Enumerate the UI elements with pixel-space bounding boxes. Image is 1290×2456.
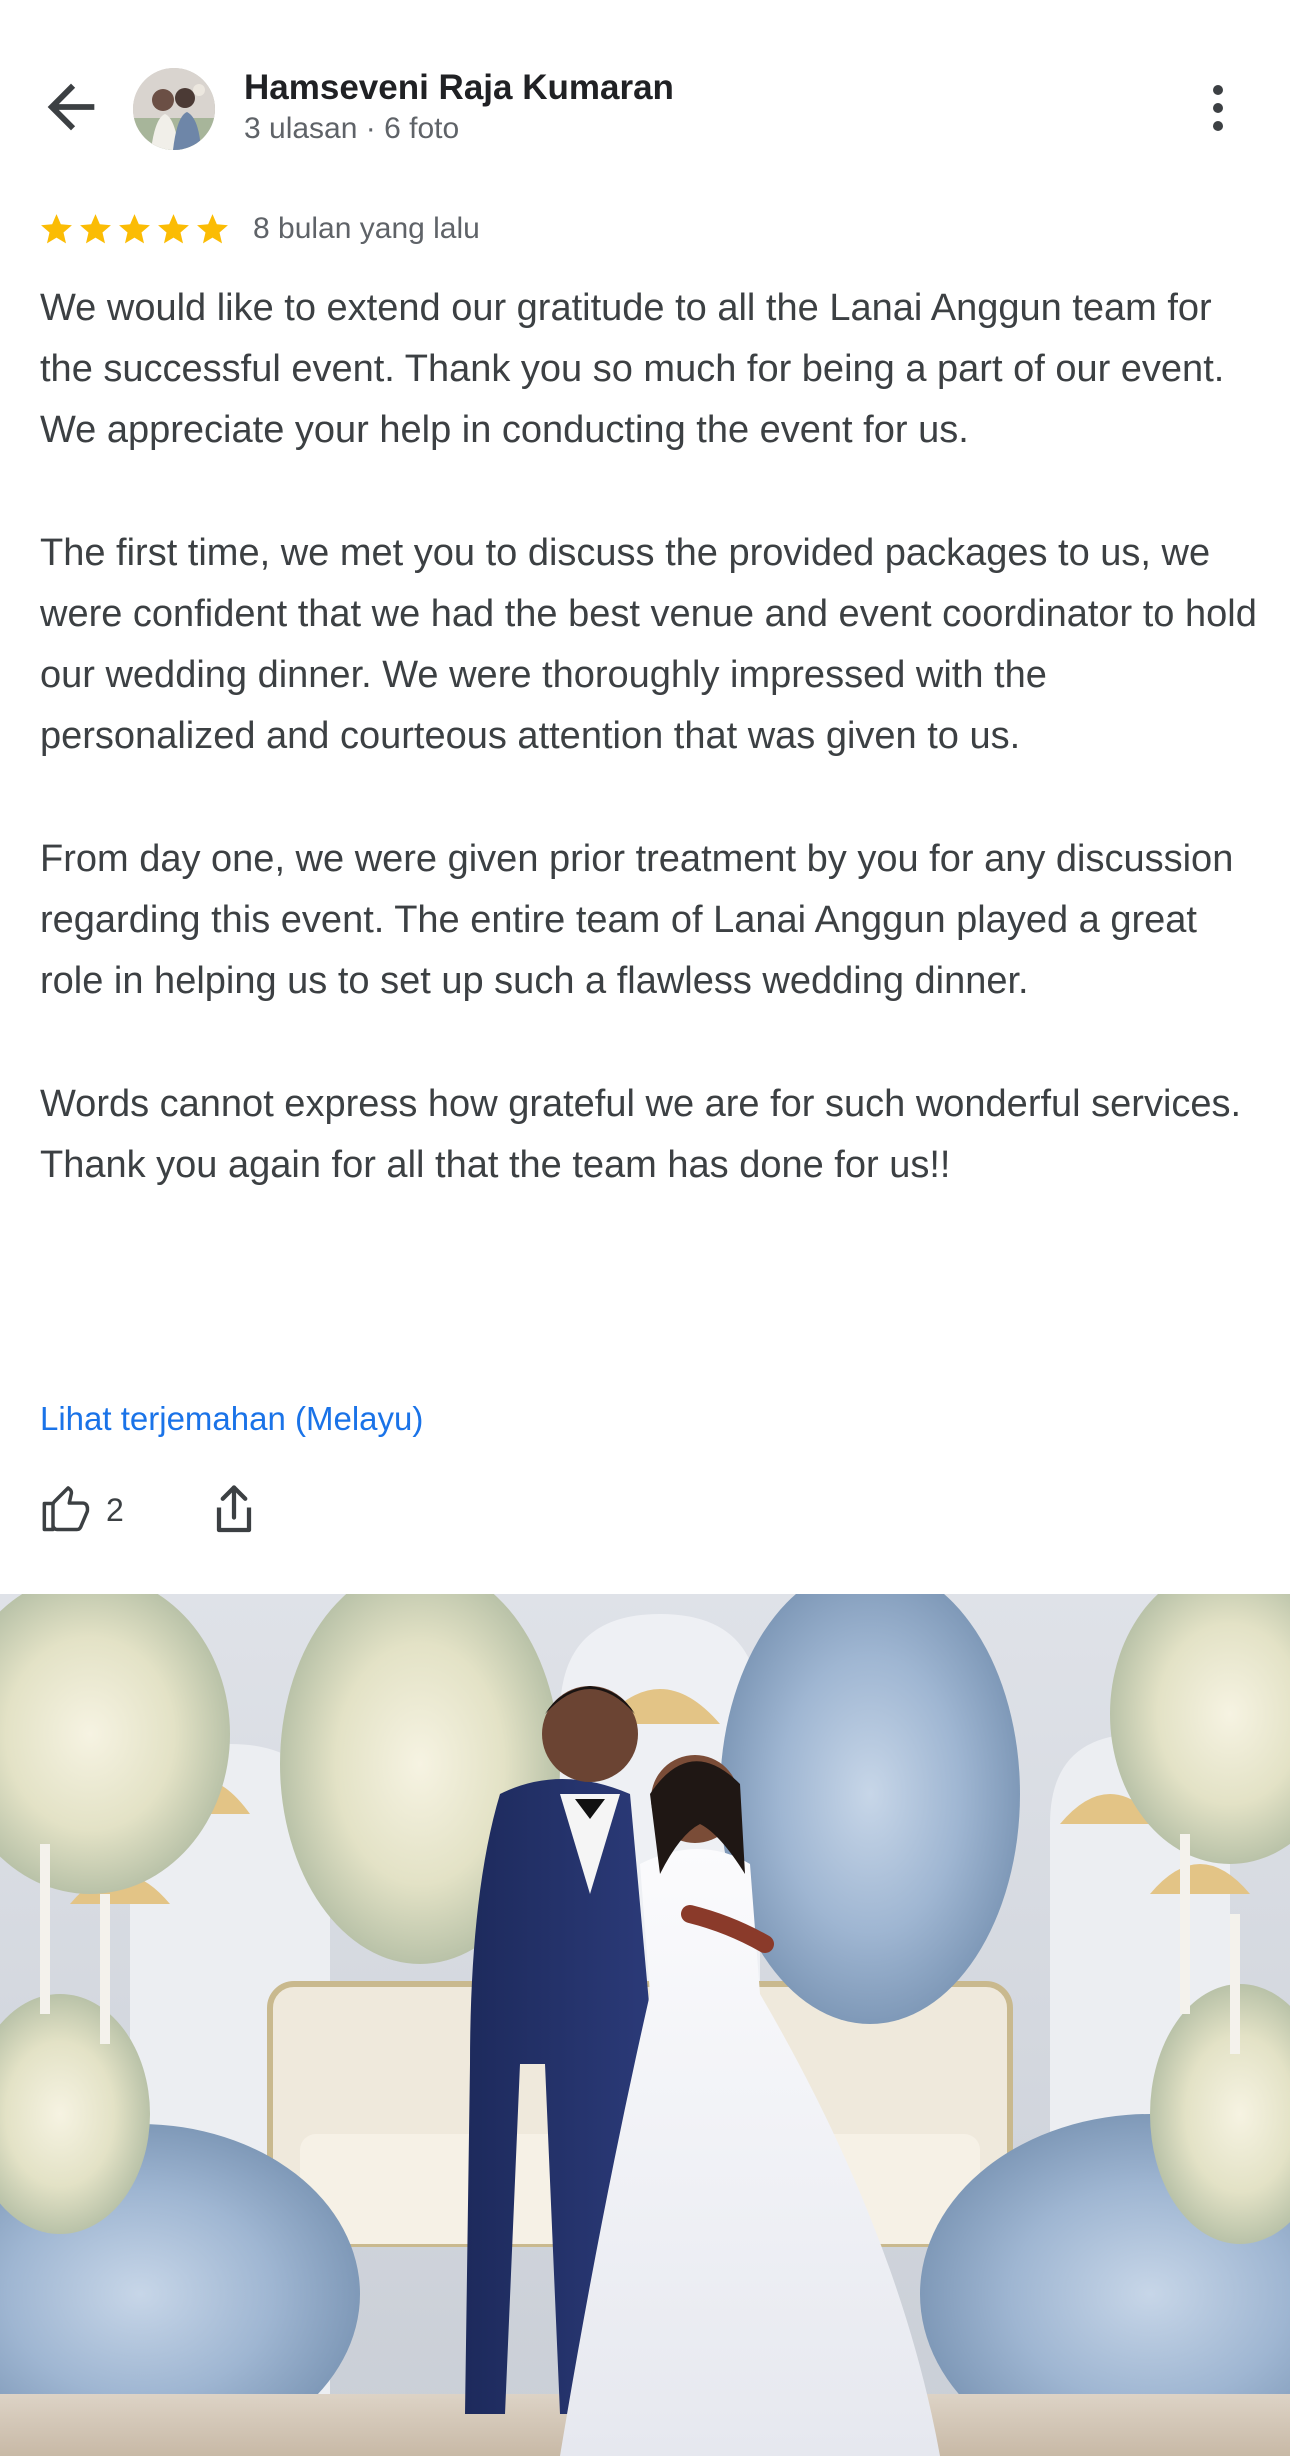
- reviewer-name[interactable]: Hamseveni Raja Kumaran: [244, 68, 674, 108]
- review-paragraph: From day one, we were given prior treatm…: [40, 837, 1234, 1003]
- star-icon: [158, 213, 189, 243]
- like-count: 2: [106, 1491, 124, 1528]
- star-rating: [38, 211, 231, 248]
- like-button[interactable]: 2: [40, 1480, 124, 1540]
- back-button[interactable]: [36, 72, 106, 142]
- review-paragraph: Words cannot express how grateful we are…: [40, 1082, 1242, 1186]
- review-time: 8 bulan yang lalu: [253, 212, 480, 245]
- wedding-photo-image: [0, 1594, 1290, 2456]
- review-header: Hamseveni Raja Kumaran 3 ulasan · 6 foto: [0, 0, 1290, 190]
- reviewer-meta: 3 ulasan · 6 foto: [244, 112, 460, 145]
- arrow-back-icon: [47, 83, 95, 131]
- thumb-up-icon: [42, 1486, 90, 1532]
- share-icon: [216, 1485, 252, 1533]
- more-vert-icon: [1213, 85, 1223, 131]
- star-icon: [197, 213, 228, 243]
- review-paragraph: The first time, we met you to discuss th…: [40, 531, 1257, 758]
- review-detail-page: Hamseveni Raja Kumaran 3 ulasan · 6 foto…: [0, 0, 1290, 2456]
- rating-row: 8 bulan yang lalu: [38, 208, 480, 250]
- reviewer-avatar[interactable]: [133, 68, 215, 150]
- review-photo[interactable]: [0, 1594, 1290, 2456]
- star-icon: [80, 213, 111, 243]
- star-icon: [41, 213, 72, 243]
- star-icon: [119, 213, 150, 243]
- share-button[interactable]: [204, 1480, 264, 1540]
- see-translation-link[interactable]: Lihat terjemahan (Melayu): [40, 1400, 423, 1438]
- more-options-button[interactable]: [1198, 78, 1238, 138]
- review-text: We would like to extend our gratitude to…: [40, 278, 1260, 1196]
- review-paragraph: We would like to extend our gratitude to…: [40, 287, 1225, 452]
